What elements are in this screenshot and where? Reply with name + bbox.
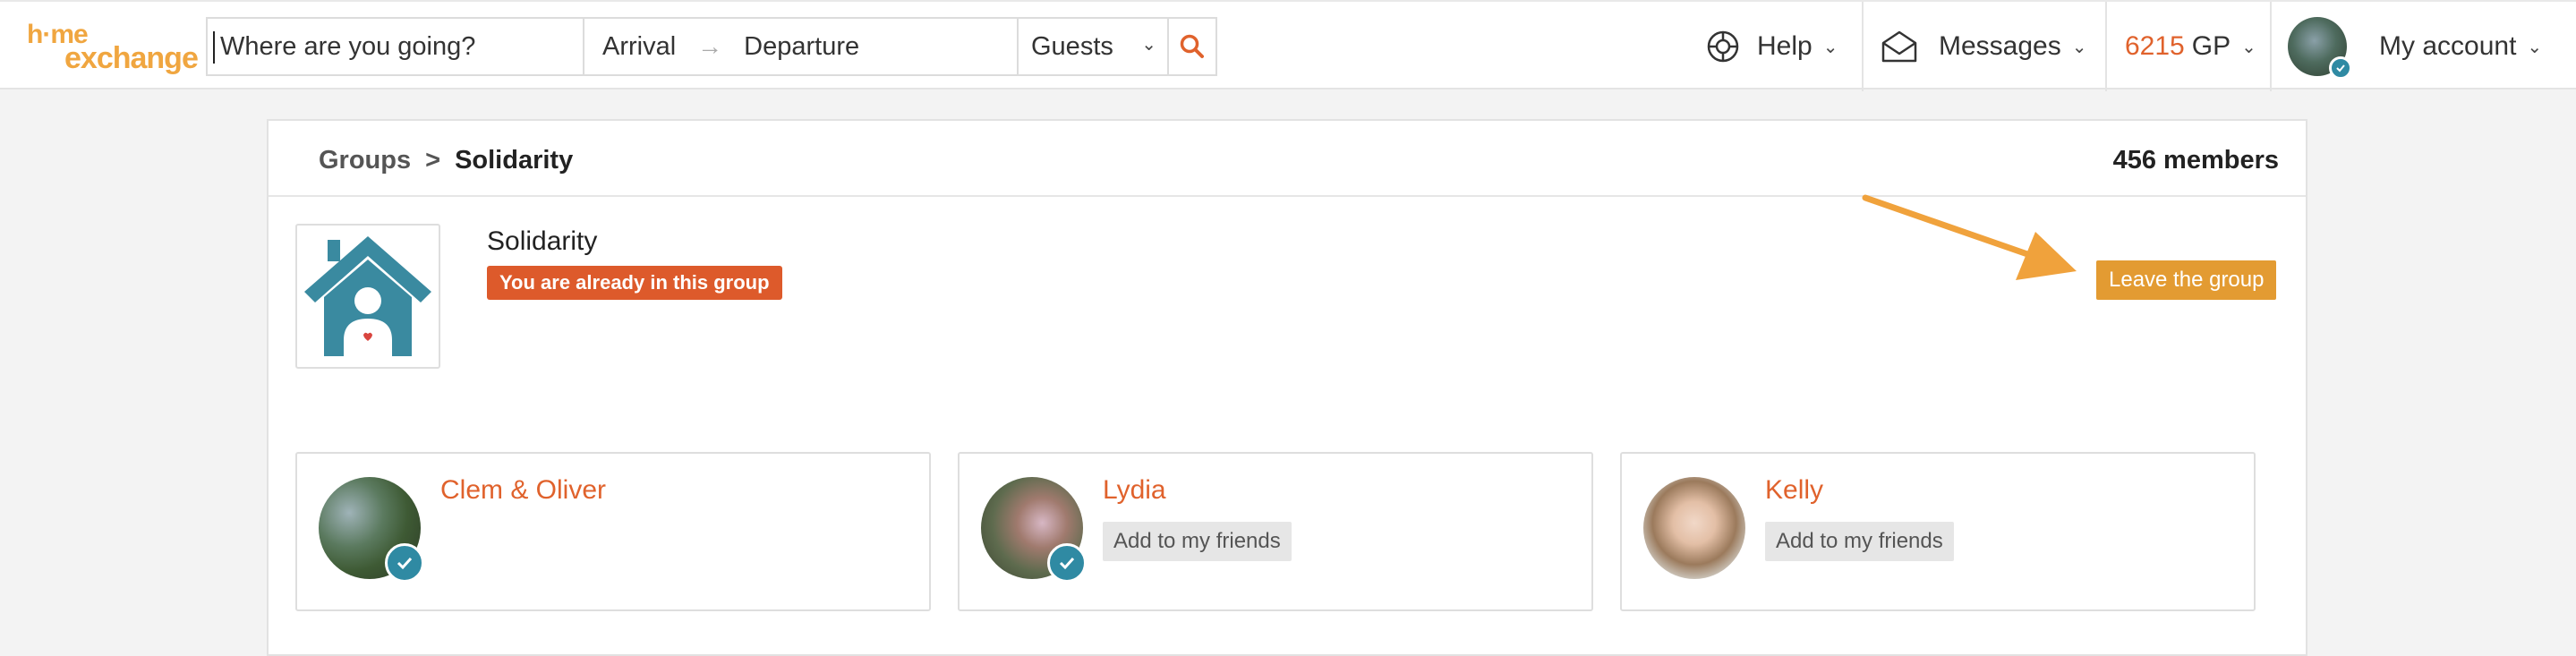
annotation-arrow-icon	[1862, 194, 2077, 280]
add-friend-button[interactable]: Add to my friends	[1103, 522, 1292, 561]
departure-field[interactable]: Departure	[744, 32, 859, 62]
nav-divider	[2105, 2, 2107, 91]
destination-placeholder: Where are you going?	[220, 31, 476, 61]
verified-badge-icon	[1047, 543, 1087, 583]
arrival-field[interactable]: Arrival	[602, 32, 676, 62]
group-card: Groups > Solidarity 456 members Solidarity…	[267, 119, 2307, 656]
add-friend-button[interactable]: Add to my friends	[1765, 522, 1954, 561]
avatar[interactable]	[1643, 477, 1745, 579]
member-name-link[interactable]: Clem & Oliver	[440, 475, 606, 506]
chevron-down-icon: ⌄	[1141, 35, 1156, 55]
chevron-down-icon: ⌄	[2071, 37, 2087, 57]
search-button[interactable]	[1169, 19, 1215, 74]
account-menu[interactable]: My account ⌄	[2288, 2, 2542, 91]
avatar	[2288, 17, 2352, 80]
verified-badge-icon	[385, 543, 424, 583]
avatar[interactable]	[981, 477, 1087, 583]
guest-points-unit: GP	[2191, 31, 2231, 61]
help-menu[interactable]: Help ⌄	[1705, 2, 1838, 91]
avatar[interactable]	[319, 477, 424, 583]
lifebuoy-icon	[1707, 30, 1739, 63]
envelope-icon	[1881, 30, 1917, 63]
chevron-down-icon: ⌄	[2241, 37, 2256, 57]
breadcrumb-separator: >	[425, 146, 441, 175]
messages-label: Messages	[1939, 31, 2061, 61]
group-header: Groups > Solidarity 456 members	[269, 121, 2306, 197]
date-range-picker[interactable]: Arrival → Departure	[584, 19, 1019, 74]
arrow-right-icon: →	[697, 32, 723, 60]
members-count: 456 members	[2112, 146, 2279, 175]
guests-select[interactable]: Guests ⌄	[1019, 19, 1169, 74]
member-name-link[interactable]: Lydia	[1103, 475, 1166, 506]
member-card: Lydia Add to my friends	[958, 452, 1593, 611]
leave-group-button[interactable]: Leave the group	[2096, 260, 2277, 300]
chevron-down-icon: ⌄	[1822, 37, 1838, 57]
house-person-icon	[304, 236, 431, 356]
homeexchange-logo[interactable]: h·me exchange	[27, 21, 199, 74]
nav-divider	[2270, 2, 2272, 91]
member-card: Kelly Add to my friends	[1620, 452, 2256, 611]
group-name: Solidarity	[487, 226, 598, 256]
chevron-down-icon: ⌄	[2527, 37, 2543, 57]
nav-divider	[1862, 2, 1864, 91]
member-card: Clem & Oliver	[295, 452, 931, 611]
account-label: My account	[2379, 31, 2517, 61]
messages-menu[interactable]: Messages ⌄	[1880, 2, 2087, 91]
top-navigation: h·me exchange Where are you going? Arriv…	[0, 0, 2576, 91]
breadcrumb: Groups > Solidarity	[319, 146, 573, 175]
breadcrumb-groups-link[interactable]: Groups	[319, 146, 411, 175]
search-bar: Where are you going? Arrival → Departure…	[206, 17, 1217, 76]
group-logo	[295, 224, 440, 369]
destination-input[interactable]: Where are you going?	[208, 19, 584, 74]
help-label: Help	[1757, 31, 1813, 61]
breadcrumb-current: Solidarity	[455, 146, 574, 175]
text-cursor	[213, 31, 215, 64]
search-icon	[1180, 34, 1204, 58]
membership-status-badge: You are already in this group	[487, 266, 782, 300]
guest-points-value: 6215	[2125, 31, 2185, 61]
guests-label: Guests	[1031, 31, 1113, 61]
guest-points-menu[interactable]: 6215 GP ⌄	[2125, 2, 2256, 91]
verified-badge-icon	[2329, 56, 2352, 80]
member-name-link[interactable]: Kelly	[1765, 475, 1823, 506]
